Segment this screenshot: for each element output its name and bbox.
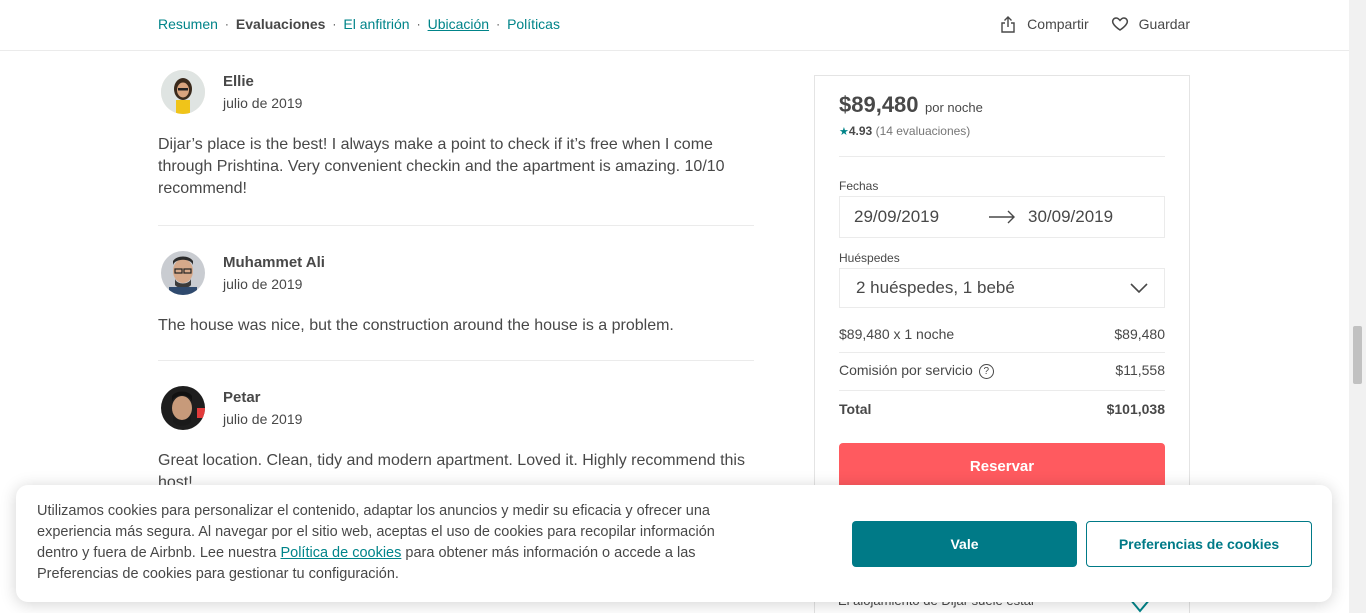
review-header: Muhammet Ali julio de 2019 bbox=[158, 251, 754, 295]
avatar[interactable] bbox=[161, 70, 205, 114]
cookie-policy-link[interactable]: Política de cookies bbox=[280, 545, 401, 561]
nightly-price: $89,480 bbox=[839, 92, 919, 117]
star-icon: ★ bbox=[839, 126, 849, 138]
dates-label: Fechas bbox=[839, 179, 879, 193]
reserve-button[interactable]: Reservar bbox=[839, 443, 1165, 489]
accept-cookies-button[interactable]: Vale bbox=[852, 521, 1077, 567]
nightly-line: $89,480 x 1 noche $89,480 bbox=[839, 326, 1165, 342]
checkin-date[interactable]: 29/09/2019 bbox=[854, 207, 988, 227]
guests-block: Huéspedes 2 huéspedes, 1 bebé bbox=[839, 251, 1165, 308]
heart-icon bbox=[1111, 17, 1128, 31]
review-date: julio de 2019 bbox=[223, 411, 303, 427]
reviewer-info: Ellie julio de 2019 bbox=[223, 73, 302, 111]
nav-actions: Compartir Guardar bbox=[977, 15, 1190, 33]
nav-link-evaluaciones[interactable]: Evaluaciones bbox=[236, 16, 326, 32]
guests-label: Huéspedes bbox=[839, 251, 900, 265]
review-item: Ellie julio de 2019 Dijar’s place is the… bbox=[158, 70, 754, 226]
checkout-date[interactable]: 30/09/2019 bbox=[1028, 207, 1113, 227]
share-label: Compartir bbox=[1027, 16, 1089, 32]
dates-block: Fechas 29/09/2019 30/09/2019 bbox=[839, 179, 1165, 238]
per-night-label: por noche bbox=[924, 100, 983, 115]
nightly-line-label: $89,480 x 1 noche bbox=[839, 326, 955, 342]
section-nav: Resumen · Evaluaciones · El anfitrión · … bbox=[158, 16, 560, 32]
total-line: Total $101,038 bbox=[839, 401, 1165, 417]
nav-link-ubicacion[interactable]: Ubicación bbox=[428, 16, 489, 32]
service-fee-line: Comisión por servicio? $11,558 bbox=[839, 362, 1165, 379]
nav-separator: · bbox=[496, 17, 501, 31]
rating-value: 4.93 bbox=[848, 124, 873, 138]
review-header: Petar julio de 2019 bbox=[158, 386, 754, 430]
reviewer-info: Petar julio de 2019 bbox=[223, 389, 302, 427]
review-header: Ellie julio de 2019 bbox=[158, 70, 754, 114]
cookie-message: Utilizamos cookies para personalizar el … bbox=[37, 501, 757, 585]
save-label: Guardar bbox=[1138, 16, 1190, 32]
review-text: Dijar’s place is the best! I always make… bbox=[158, 136, 725, 197]
top-nav: Resumen · Evaluaciones · El anfitrión · … bbox=[0, 0, 1349, 51]
nav-separator: · bbox=[416, 17, 421, 31]
review-date: julio de 2019 bbox=[223, 276, 303, 292]
share-icon bbox=[1001, 16, 1015, 33]
scrollbar-thumb[interactable] bbox=[1353, 326, 1362, 384]
cookie-banner: Utilizamos cookies para personalizar el … bbox=[16, 485, 1332, 602]
service-fee-label: Comisión por servicio bbox=[839, 362, 973, 378]
avatar[interactable] bbox=[161, 251, 205, 295]
review-item: Petar julio de 2019 Great location. Clea… bbox=[158, 361, 754, 494]
rating-count: (14 evaluaciones) bbox=[875, 124, 971, 138]
price-block: $89,480 por noche ★4.93 (14 evaluaciones… bbox=[839, 92, 1165, 138]
nightly-line-value: $89,480 bbox=[1114, 326, 1165, 342]
reviewer-info: Muhammet Ali julio de 2019 bbox=[223, 254, 325, 292]
reviewer-name[interactable]: Muhammet Ali bbox=[223, 254, 325, 271]
question-icon[interactable]: ? bbox=[978, 363, 994, 379]
save-button[interactable]: Guardar bbox=[1111, 15, 1190, 33]
review-item: Muhammet Ali julio de 2019 The house was… bbox=[158, 226, 754, 361]
date-range-picker: 29/09/2019 30/09/2019 bbox=[839, 196, 1165, 238]
service-fee-value: $11,558 bbox=[1115, 362, 1165, 378]
divider bbox=[839, 156, 1165, 157]
reviewer-name[interactable]: Ellie bbox=[223, 73, 302, 90]
share-button[interactable]: Compartir bbox=[999, 15, 1089, 33]
review-date: julio de 2019 bbox=[223, 95, 303, 111]
nav-link-anfitrion[interactable]: El anfitrión bbox=[343, 16, 409, 32]
arrow-right-icon bbox=[989, 210, 1015, 224]
total-label: Total bbox=[839, 401, 872, 417]
reviewer-name[interactable]: Petar bbox=[223, 389, 302, 406]
reserve-block: Reservar bbox=[839, 443, 1165, 489]
divider bbox=[839, 390, 1165, 391]
nav-separator: · bbox=[332, 17, 337, 31]
nav-link-resumen[interactable]: Resumen bbox=[158, 16, 218, 32]
review-text: The house was nice, but the construction… bbox=[158, 317, 674, 334]
scrollbar[interactable] bbox=[1349, 0, 1366, 613]
total-value: $101,038 bbox=[1106, 401, 1165, 417]
guests-select[interactable]: 2 huéspedes, 1 bebé bbox=[839, 268, 1165, 308]
cookie-preferences-button[interactable]: Preferencias de cookies bbox=[1086, 521, 1312, 567]
nav-separator: · bbox=[224, 17, 229, 31]
rating[interactable]: ★4.93 (14 evaluaciones) bbox=[839, 124, 1165, 138]
divider bbox=[839, 352, 1165, 353]
chevron-down-icon bbox=[1130, 283, 1148, 293]
nav-link-politicas[interactable]: Políticas bbox=[507, 16, 560, 32]
avatar[interactable] bbox=[161, 386, 205, 430]
reviews-list: Ellie julio de 2019 Dijar’s place is the… bbox=[158, 70, 754, 494]
guests-value: 2 huéspedes, 1 bebé bbox=[856, 278, 1015, 297]
